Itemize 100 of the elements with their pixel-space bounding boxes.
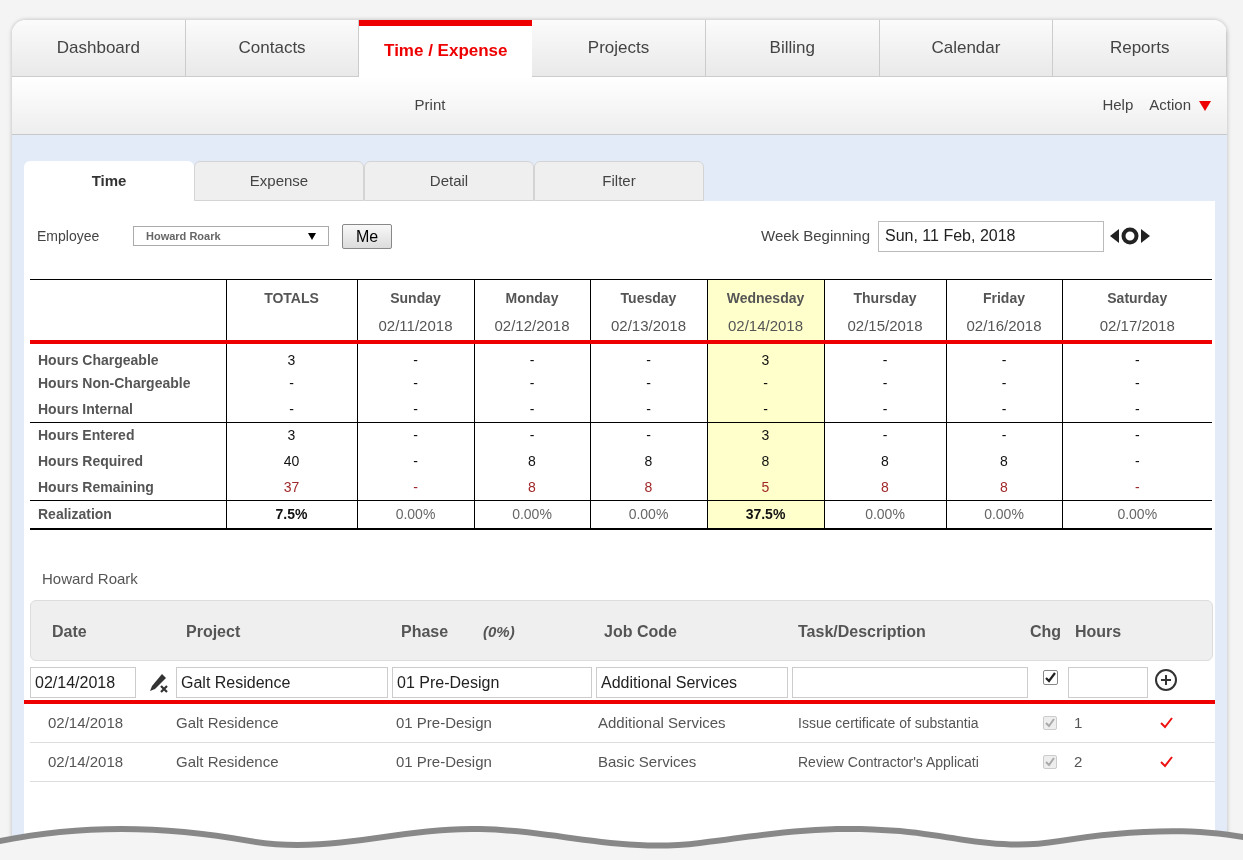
day-name: Monday [505, 289, 559, 308]
table-cell: 8 [1000, 453, 1008, 469]
nav-tab[interactable]: Reports [1053, 20, 1227, 77]
task-field[interactable] [792, 667, 1028, 698]
table-cell: 37 [283, 478, 300, 495]
table-cell: - [529, 375, 535, 391]
me-button[interactable]: Me [342, 223, 393, 249]
chargeable-checkbox[interactable] [1042, 670, 1058, 685]
table-cell: - [1134, 351, 1140, 368]
row-label: Realization [38, 505, 112, 522]
employee-name: Howard Roark [42, 568, 139, 589]
table-cell: - [646, 427, 651, 444]
project-field[interactable]: Galt Residence [176, 667, 388, 698]
job-code-cell-text: Basic Services [597, 751, 698, 772]
table-cell: 0.00% [512, 505, 552, 522]
table-cell: 37.5% [745, 505, 786, 522]
day-date: 02/17/2018 [1099, 316, 1175, 336]
nav-tab[interactable]: Dashboard [12, 20, 186, 77]
phase-cell-text: 01 Pre-Design [395, 712, 493, 733]
date-field[interactable]: 02/14/2018 [30, 667, 136, 698]
table-cell: - [1134, 427, 1140, 444]
hours-cell-text: 2 [1073, 751, 1084, 772]
table-cell: - [1134, 375, 1140, 391]
table-cell: 8 [644, 453, 653, 469]
table-cell: 3 [761, 427, 770, 444]
employee-label: Employee [37, 226, 101, 246]
tab[interactable]: Filter [534, 161, 704, 201]
left-triangle-icon[interactable] [1110, 229, 1119, 243]
table-cell: 40 [283, 453, 300, 469]
table-cell: - [413, 400, 418, 417]
phase-field[interactable]: 01 Pre-Design [392, 667, 592, 698]
table-cell: - [529, 400, 535, 417]
day-name: Saturday [1107, 289, 1168, 308]
table-cell: 7.5% [275, 505, 308, 522]
day-date: 02/14/2018 [727, 316, 804, 336]
job-code-field[interactable]: Additional Services [596, 667, 788, 698]
row-label: Hours Entered [38, 427, 135, 444]
table-cell: 0.00% [1117, 505, 1158, 522]
table-cell: - [413, 453, 418, 469]
nav-tab[interactable]: Contacts [185, 20, 360, 77]
table-cell: 5 [761, 478, 770, 495]
day-date: 02/12/2018 [494, 316, 570, 336]
table-cell: - [413, 351, 418, 368]
tab[interactable]: Time [24, 161, 194, 201]
table-cell: - [413, 375, 418, 391]
column-header: Job Code [604, 622, 677, 642]
table-cell: 0.00% [865, 505, 905, 522]
table-cell: - [413, 427, 418, 444]
add-icon[interactable] [1154, 668, 1178, 692]
tab[interactable]: Detail [364, 161, 534, 201]
table-cell: 0.00% [395, 505, 436, 522]
nav-tab[interactable]: Projects [532, 20, 706, 77]
week-beginning-label: Week Beginning [761, 225, 870, 246]
table-cell: 3 [761, 351, 770, 368]
help-link[interactable]: Help [1102, 94, 1134, 117]
tab[interactable]: Expense [194, 161, 364, 201]
caret-icon [308, 232, 316, 240]
table-cell: 0.00% [628, 505, 669, 522]
date-cell-text: 02/14/2018 [47, 712, 125, 733]
employee-dropdown[interactable]: Howard Roark [133, 226, 329, 246]
row-label: Hours Non-Chargeable [38, 375, 191, 391]
pencil-icon[interactable] [147, 671, 169, 694]
row-label: Hours Chargeable [38, 351, 159, 368]
column-header: TOTALS [264, 290, 319, 306]
column-header: Project [186, 622, 241, 642]
day-name: Thursday [853, 289, 917, 308]
table-cell: - [763, 400, 768, 417]
table-cell: 8 [644, 478, 653, 495]
table-cell: - [1001, 375, 1007, 391]
task-cell: Issue certificate of substantia [798, 714, 979, 731]
table-cell: 8 [1000, 478, 1008, 495]
day-date: 02/15/2018 [847, 316, 923, 336]
column-header: Hours [1075, 622, 1122, 642]
project-cell-text: Galt Residence [176, 751, 280, 772]
table-cell: - [413, 478, 418, 495]
table-cell: 3 [287, 351, 296, 368]
circle-icon[interactable] [1121, 227, 1139, 245]
table-cell: 8 [761, 453, 770, 469]
table-cell: - [1001, 351, 1007, 368]
hours-field[interactable] [1068, 667, 1148, 698]
action-menu[interactable]: Action [1149, 94, 1191, 117]
week-beginning-field[interactable]: Sun, 11 Feb, 2018 [878, 220, 1104, 252]
nav-tab[interactable]: Calendar [879, 20, 1054, 77]
table-cell: - [882, 427, 888, 444]
table-cell: - [529, 427, 535, 444]
right-triangle-icon[interactable] [1141, 229, 1150, 243]
table-cell: - [289, 375, 294, 391]
print-link[interactable]: Print [414, 94, 446, 117]
caret-icon[interactable] [1199, 100, 1211, 111]
table-cell: 8 [881, 478, 889, 495]
hours-cell-text: 1 [1073, 712, 1084, 733]
column-header: Date [52, 622, 87, 642]
phase-cell-text: 01 Pre-Design [395, 751, 493, 772]
table-cell: - [882, 375, 888, 391]
job-code-cell-text: Additional Services [597, 712, 727, 733]
task-cell: Review Contractor's Applicati [798, 753, 979, 770]
table-cell: 8 [528, 453, 536, 469]
table-cell: - [1134, 400, 1140, 417]
table-cell: - [529, 351, 535, 368]
nav-tab[interactable]: Billing [705, 20, 880, 77]
